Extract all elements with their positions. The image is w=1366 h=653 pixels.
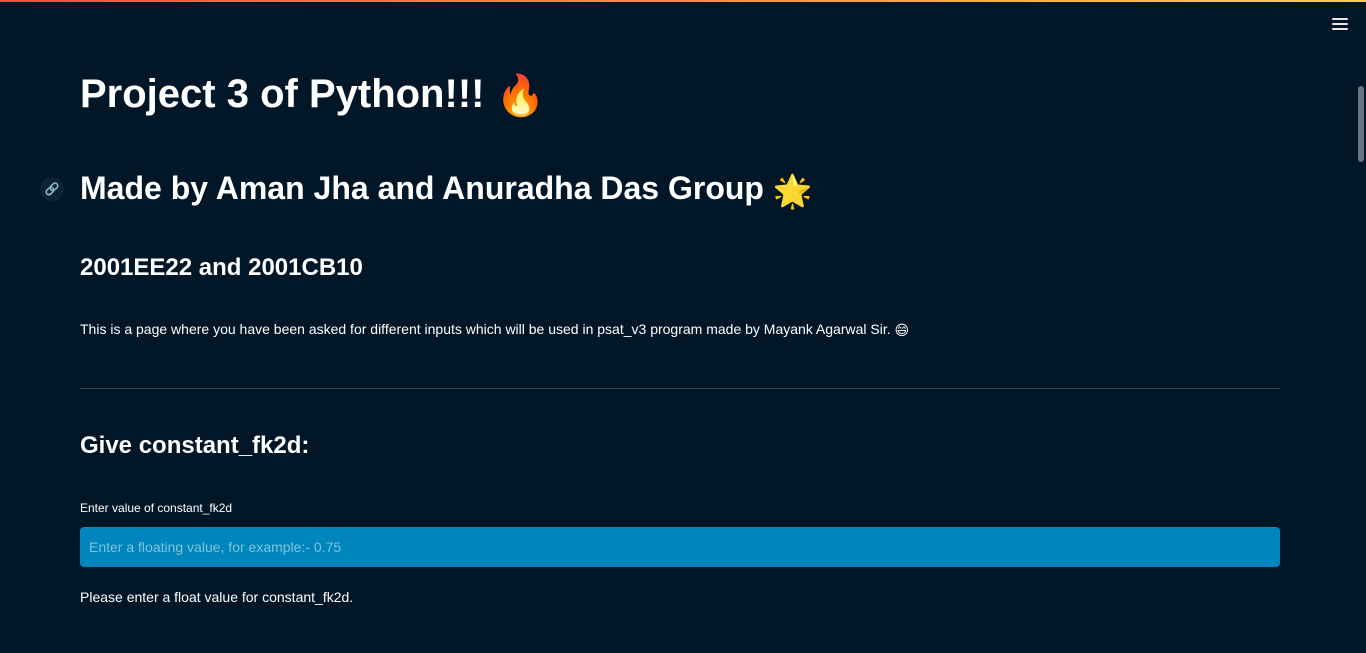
- scrollbar-thumb[interactable]: [1358, 86, 1364, 162]
- hamburger-menu-icon[interactable]: [1332, 16, 1350, 30]
- scrollbar[interactable]: [1356, 42, 1366, 653]
- page-title-text: Project 3 of Python!!!: [80, 72, 485, 116]
- description-body: This is a page where you have been asked…: [80, 321, 891, 337]
- constant-fk2d-input[interactable]: [80, 527, 1280, 567]
- constant-fk2d-help-text: Please enter a float value for constant_…: [80, 589, 354, 605]
- constant-fk2d-label: Enter value of constant_fk2d: [80, 501, 233, 515]
- menu-line: [1332, 28, 1348, 30]
- page-title: Project 3 of Python!!! 🔥: [80, 66, 545, 124]
- page-subtitle: Made by Aman Jha and Anuradha Das Group …: [80, 164, 813, 215]
- description-text: This is a page where you have been asked…: [80, 318, 909, 341]
- roll-numbers-heading: 2001EE22 and 2001CB10: [80, 254, 363, 281]
- menu-line: [1332, 23, 1348, 25]
- page-subtitle-text: Made by Aman Jha and Anuradha Das Group: [80, 170, 764, 206]
- section-divider: [80, 388, 1280, 389]
- menu-line: [1332, 18, 1348, 20]
- constant-fk2d-heading: Give constant_fk2d:: [80, 432, 310, 459]
- app-view: Project 3 of Python!!! 🔥 🔗 Made by Aman …: [0, 2, 1366, 653]
- fire-icon: 🔥: [495, 74, 546, 119]
- star-icon: 🌟: [772, 172, 813, 209]
- grinning-face-icon: 😄: [894, 322, 910, 339]
- link-icon[interactable]: 🔗: [40, 177, 64, 201]
